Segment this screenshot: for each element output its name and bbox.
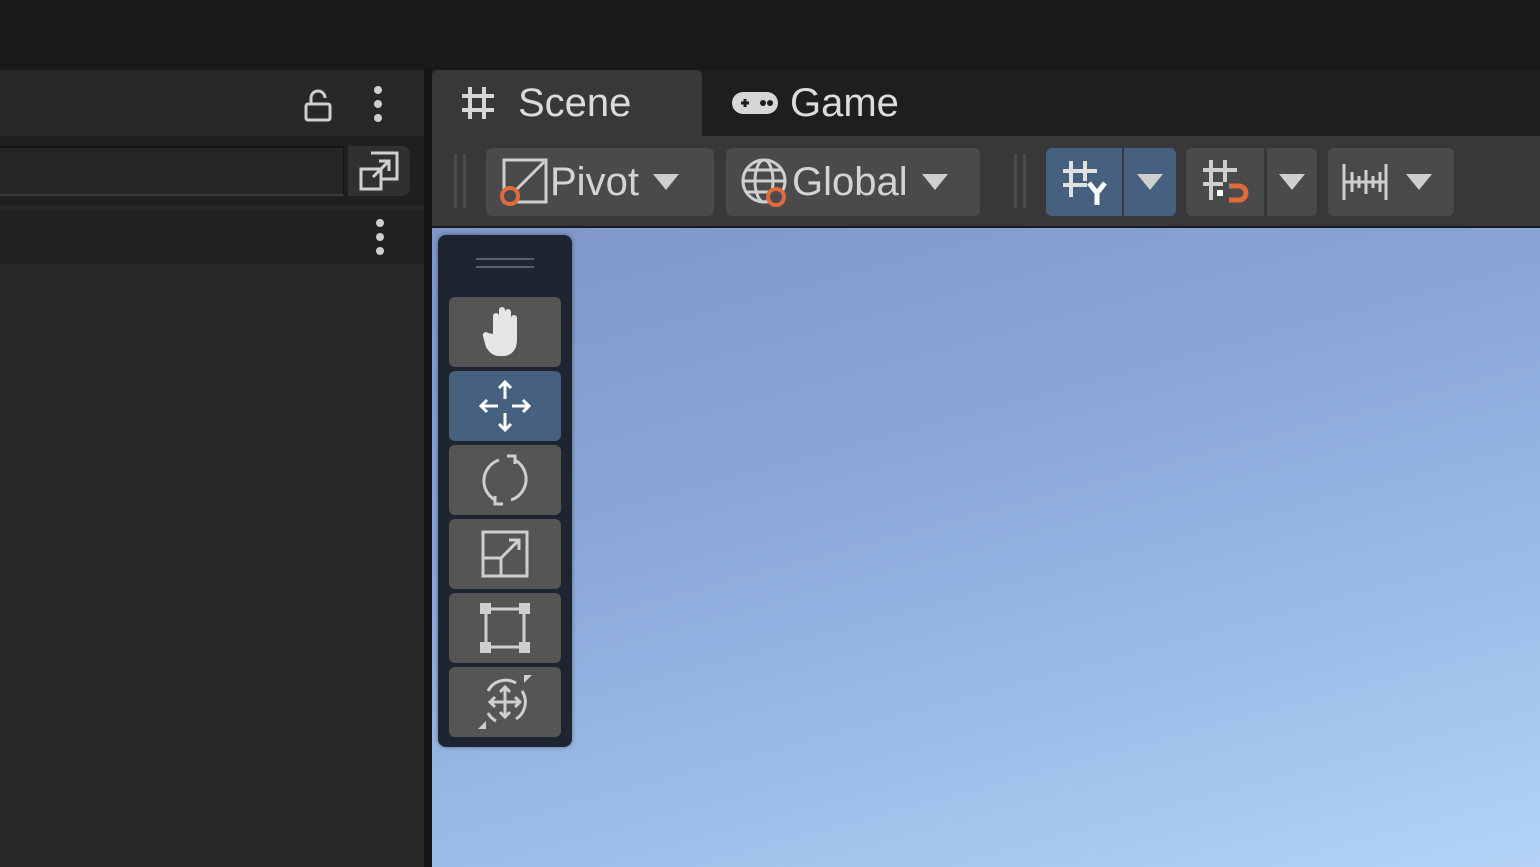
kebab-menu-icon[interactable] xyxy=(360,214,400,260)
ruler-dropdown[interactable] xyxy=(1328,148,1454,216)
global-dropdown[interactable]: Global xyxy=(726,148,980,216)
grid-snap-dropdown[interactable] xyxy=(1124,148,1176,216)
chevron-down-icon xyxy=(652,174,679,190)
tab-game-label: Game xyxy=(790,80,899,125)
grid-hash-icon xyxy=(458,83,498,123)
grid-snap-toggle[interactable] xyxy=(1046,148,1122,216)
gamepad-icon xyxy=(730,88,780,118)
hand-tool[interactable] xyxy=(449,297,561,367)
pivot-dropdown[interactable]: Pivot xyxy=(486,148,714,216)
grid-y-icon xyxy=(1059,157,1109,207)
rect-transform-icon xyxy=(478,601,532,655)
chevron-down-icon xyxy=(1137,174,1163,190)
chevron-down-icon xyxy=(1406,174,1432,190)
tab-game[interactable]: Game xyxy=(716,70,956,136)
title-strip xyxy=(0,0,1540,70)
transform-tool[interactable] xyxy=(449,667,561,737)
ruler-icon xyxy=(1340,160,1390,204)
increment-snap-dropdown[interactable] xyxy=(1267,148,1317,216)
toolbar-grip[interactable] xyxy=(454,154,466,208)
rotate-icon xyxy=(477,452,533,508)
scale-tool[interactable] xyxy=(449,519,561,589)
scale-icon xyxy=(479,528,531,580)
scene-viewport[interactable] xyxy=(432,228,1540,867)
hand-icon xyxy=(479,304,531,360)
overlay-drag-handle[interactable] xyxy=(476,255,534,271)
rotate-tool[interactable] xyxy=(449,445,561,515)
kebab-menu-icon[interactable] xyxy=(358,80,398,128)
pivot-icon xyxy=(498,156,550,208)
tools-overlay xyxy=(438,235,572,747)
increment-snap-toggle[interactable] xyxy=(1186,148,1264,216)
hierarchy-panel xyxy=(0,70,424,867)
search-row xyxy=(0,136,424,206)
panel-divider[interactable] xyxy=(424,70,432,867)
search-input[interactable] xyxy=(0,146,363,196)
hierarchy-header xyxy=(0,70,424,136)
move-arrows-icon xyxy=(475,376,535,436)
grid-magnet-icon xyxy=(1199,156,1251,208)
chevron-down-icon xyxy=(921,174,948,190)
search-field[interactable] xyxy=(0,148,363,194)
scene-toolbar: Pivot Global xyxy=(432,136,1540,228)
transform-icon xyxy=(476,673,534,731)
pivot-label: Pivot xyxy=(550,159,639,204)
chevron-down-icon xyxy=(1279,174,1305,190)
toolbar-grip[interactable] xyxy=(1014,154,1026,208)
globe-icon xyxy=(738,155,792,209)
expand-search-icon[interactable] xyxy=(348,146,410,196)
rect-tool[interactable] xyxy=(449,593,561,663)
global-label: Global xyxy=(792,159,908,204)
lock-icon[interactable] xyxy=(296,84,340,128)
scene-panel: Scene Game Pivot Global xyxy=(432,70,1540,867)
move-tool[interactable] xyxy=(449,371,561,441)
tab-scene[interactable]: Scene xyxy=(432,70,702,136)
tab-scene-label: Scene xyxy=(518,80,632,125)
hierarchy-list-header xyxy=(0,210,424,264)
